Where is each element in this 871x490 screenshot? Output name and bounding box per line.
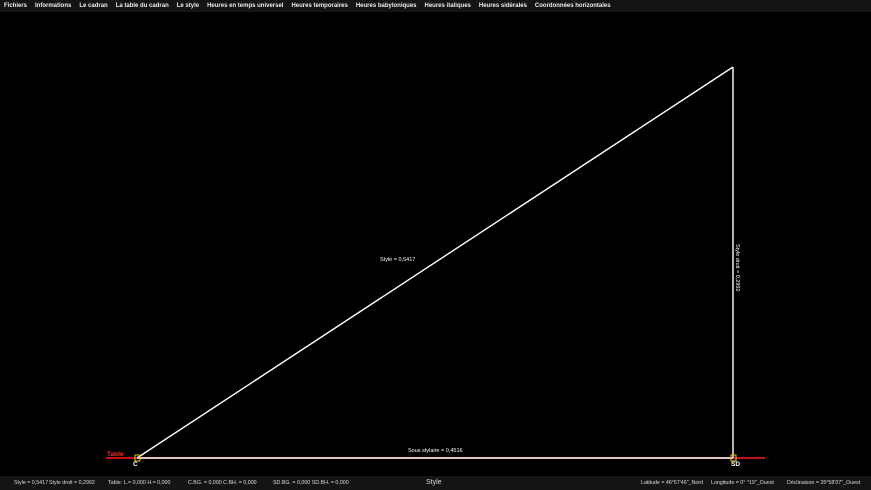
menu-heures-temps-universel[interactable]: Heures en temps universel	[207, 3, 283, 9]
base-label: Sous stylaire = 0,4516	[408, 448, 463, 454]
hypotenuse-line-style	[136, 66, 734, 459]
status-latitude: Latitude = 46°57'46"_Nord	[641, 480, 703, 486]
menu-heures-siderales[interactable]: Heures sidérales	[479, 3, 527, 9]
point-sd-label: SD	[731, 461, 740, 468]
status-cbg: C.BG. = 0,000 C.BH. = 0,000	[188, 480, 257, 486]
status-style: Style = 0,5417	[14, 480, 49, 486]
vertical-label: Style droit = 0,2992	[734, 244, 740, 292]
menu-heures-temporaires[interactable]: Heures temporaires	[291, 3, 347, 9]
menu-table-du-cadran[interactable]: La table du cadran	[116, 3, 169, 9]
point-c-label: C	[133, 461, 138, 468]
menu-fichiers[interactable]: Fichiers	[4, 3, 27, 9]
status-declinaison: Déclinaison = 35°58'07"_Ouest	[787, 480, 861, 486]
menu-le-style[interactable]: Le style	[177, 3, 199, 9]
drawing-canvas[interactable]: Table C SD Style = 0,5417 Sous stylaire …	[0, 12, 871, 476]
app-window: Fichiers Informations Le cadran La table…	[0, 0, 871, 490]
menu-coordonnees-horizontales[interactable]: Coordonnées horizontales	[535, 3, 611, 9]
menu-bar: Fichiers Informations Le cadran La table…	[0, 0, 871, 12]
table-label: Table	[107, 451, 124, 458]
menu-heures-babyloniques[interactable]: Heures babyloniques	[356, 3, 417, 9]
menu-heures-italiques[interactable]: Heures italiques	[425, 3, 471, 9]
menu-le-cadran[interactable]: Le cadran	[79, 3, 107, 9]
status-sdbg: SD.BG. = 0,000 SD.BH. = 0,000	[273, 480, 349, 486]
status-table: Table: L.= 0,000 H.= 0,000	[108, 480, 171, 486]
hypotenuse-label: Style = 0,5417	[380, 257, 415, 263]
status-bar: Style = 0,5417 Style droit = 0,2992 Tabl…	[0, 476, 871, 490]
menu-informations[interactable]: Informations	[35, 3, 71, 9]
status-style-droit: Style droit = 0,2992	[49, 480, 95, 486]
status-longitude: Longitude = 0° °19"_Ouest	[711, 480, 774, 486]
status-mode: Style	[426, 479, 442, 486]
